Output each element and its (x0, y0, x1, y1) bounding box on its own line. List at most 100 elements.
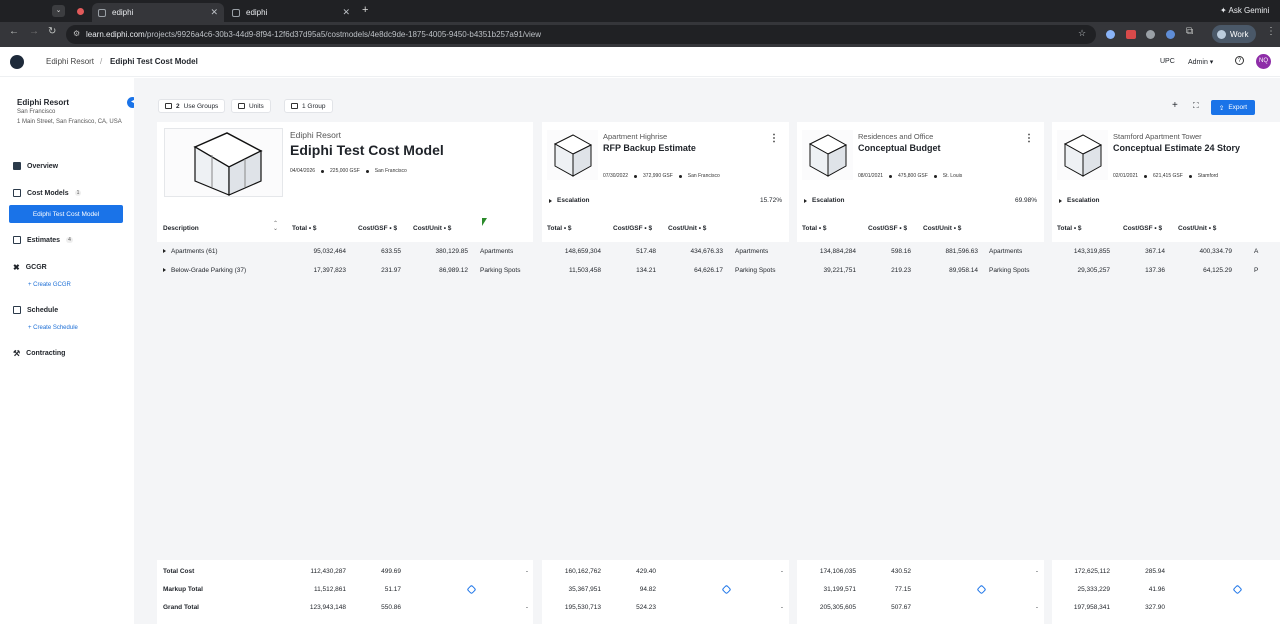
reload-icon[interactable]: ↻ (48, 26, 56, 37)
user-avatar[interactable]: NQ (1256, 54, 1271, 69)
row-cost-unit: 64,626.17 (694, 267, 723, 274)
extension-icon[interactable] (1126, 30, 1136, 39)
estimate-city: Stamford (1197, 173, 1219, 179)
sidebar-item-gcgr[interactable]: ✖ GCGR (13, 263, 47, 272)
total-label: Markup Total (163, 586, 203, 593)
row-description[interactable]: Apartments (61) (163, 248, 218, 255)
count-badge: 4 (66, 237, 73, 243)
add-icon[interactable]: + (1172, 100, 1178, 111)
admin-dropdown[interactable]: Admin ▾ (1188, 58, 1213, 66)
sidebar-item-contracting[interactable]: ⚒ Contracting (13, 349, 65, 358)
estimate-menu-icon[interactable]: ⋮ (1024, 133, 1034, 144)
ediphi-logo-icon[interactable] (10, 55, 24, 69)
estimate-menu-icon[interactable]: ⋮ (769, 133, 779, 144)
export-button[interactable]: ⇪ Export (1211, 100, 1255, 115)
bookmark-star-icon[interactable]: ☆ (1078, 28, 1086, 39)
tab-ediphi-2[interactable]: ediphi ✕ (226, 3, 356, 22)
back-icon[interactable]: ← (9, 26, 19, 37)
building-icon (193, 132, 263, 196)
close-tab-icon[interactable]: ✕ (342, 7, 350, 18)
units-button[interactable]: Units (231, 99, 271, 113)
profile-label: Work (1230, 29, 1249, 39)
bullet-icon (634, 174, 638, 178)
sidebar-item-schedule[interactable]: Schedule (13, 306, 58, 314)
fullscreen-icon[interactable]: ⛶ (1193, 101, 1199, 111)
site-info-icon[interactable]: ⚙ (73, 29, 80, 38)
extension-icon[interactable] (1106, 30, 1115, 39)
estimate-title: Conceptual Estimate 24 Story (1113, 143, 1241, 153)
use-groups-button[interactable]: 2 Use Groups (158, 99, 226, 113)
total-value: 174,106,035 (819, 568, 856, 575)
total-value: 35,367,951 (568, 586, 601, 593)
row-cost-unit: 64,125.29 (1203, 267, 1232, 274)
estimate-gsf: 475,800 GSF (898, 173, 928, 179)
extensions-puzzle-icon[interactable]: ⧉ (1186, 26, 1193, 37)
sidebar-item-cost-models[interactable]: Cost Models 1 (13, 189, 82, 197)
sidebar-item-label: Contracting (26, 350, 66, 357)
use-groups-label: Use Groups (183, 102, 219, 110)
escalation-row[interactable]: Escalation (804, 197, 845, 204)
total-cost-gsf: 41.96 (1148, 586, 1165, 593)
sidebar-item-label: Overview (27, 162, 59, 170)
forward-icon[interactable]: → (29, 26, 39, 37)
row-unit-label: Parking Spots (735, 267, 776, 274)
bullet-icon (1144, 174, 1148, 178)
create-schedule-link[interactable]: + Create Schedule (28, 325, 78, 331)
sidebar-item-estimates[interactable]: Estimates 4 (13, 236, 73, 244)
sidebar-item-ediphi-test-cost-model[interactable]: Ediphi Test Cost Model (9, 205, 123, 223)
ask-gemini-button[interactable]: ✦ Ask Gemini (1220, 6, 1269, 15)
building-icon (1063, 134, 1103, 177)
estimate-title: Conceptual Budget (858, 143, 941, 153)
escalation-row[interactable]: Escalation (549, 197, 590, 204)
card-title: Ediphi Test Cost Model (290, 142, 444, 158)
bullet-icon (365, 169, 369, 173)
profile-avatar-icon (1217, 29, 1226, 39)
tab-list-dropdown-icon[interactable]: ⌄ (52, 5, 65, 17)
create-gcgr-link[interactable]: + Create GCGR (28, 282, 71, 288)
group-button[interactable]: 1 Group (284, 99, 333, 113)
new-tab-icon[interactable]: + (362, 4, 368, 16)
extension-icon[interactable] (1146, 30, 1155, 39)
total-value: 112,430,287 (310, 568, 346, 575)
building-icon (808, 134, 848, 177)
tab-ediphi-1[interactable]: ediphi ✕ (92, 3, 224, 22)
expand-caret-icon (804, 198, 807, 203)
col-total-header: Total • $ (547, 225, 572, 232)
col-description-header[interactable]: Description (163, 225, 199, 232)
col-cost-gsf-header: Cost/GSF • $ (1123, 225, 1163, 232)
close-tab-icon[interactable]: ✕ (210, 7, 218, 18)
extension-icon[interactable] (1166, 30, 1175, 39)
group-icon (291, 103, 298, 109)
bullet-icon (889, 174, 893, 178)
menu-kebab-icon[interactable]: ⋮ (1266, 26, 1276, 37)
row-total: 134,884,284 (819, 248, 856, 255)
col-cost-gsf-header: Cost/GSF • $ (868, 225, 908, 232)
bullet-icon (678, 174, 682, 178)
breadcrumb-project[interactable]: Ediphi Resort (46, 57, 94, 66)
escalation-row[interactable]: Escalation (1059, 197, 1100, 204)
col-cost-gsf-header: Cost/GSF • $ (358, 225, 398, 232)
estimate-thumbnail (802, 130, 853, 180)
help-icon[interactable]: ? (1235, 56, 1244, 65)
upc-button[interactable]: UPC (1160, 58, 1175, 65)
expand-caret-icon (1059, 198, 1062, 203)
sidebar-item-overview[interactable]: Overview (13, 162, 58, 170)
estimate-project: Apartment Highrise (603, 132, 668, 141)
row-description[interactable]: Below-Grade Parking (37) (163, 267, 246, 274)
export-icon: ⇪ (1218, 104, 1225, 112)
estimate-gsf: 621,415 GSF (1153, 173, 1183, 179)
row-cost-gsf: 231.97 (381, 267, 401, 274)
row-total: 148,659,304 (564, 248, 601, 255)
row-unit-label: Parking Spots (480, 267, 521, 274)
total-cost-gsf: 285.94 (1145, 568, 1165, 575)
group-label: 1 Group (302, 102, 326, 110)
tab-title: ediphi (246, 8, 268, 17)
sidebar-address: 1 Main Street, San Francisco, CA, USA (17, 119, 122, 125)
profile-button[interactable]: Work (1212, 25, 1256, 43)
sort-icon[interactable]: ⌃ ⌄ (273, 221, 278, 232)
row-total: 39,221,751 (823, 267, 856, 274)
address-bar[interactable]: ⚙ learn.ediphi.com/projects/9926a4c6-30b… (66, 25, 1096, 44)
expand-caret-icon (163, 268, 166, 272)
estimate-meta: 07/30/2022 372,990 GSF San Francisco (603, 173, 720, 179)
total-cost-unit: - (1035, 568, 1038, 575)
